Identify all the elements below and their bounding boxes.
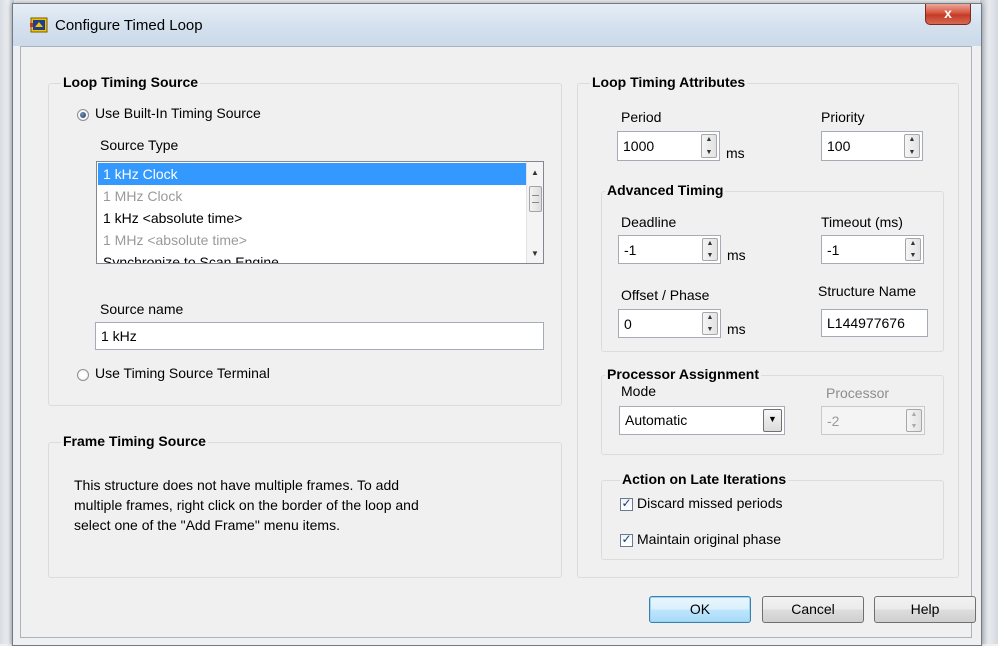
list-item[interactable]: Synchronize to Scan Engine [98, 251, 526, 263]
maintain-original-phase-label[interactable]: Maintain original phase [637, 531, 781, 547]
spin-up-icon[interactable]: ▲ [905, 136, 919, 143]
priority-label: Priority [821, 109, 865, 125]
dropdown-button[interactable]: ▼ [763, 409, 782, 432]
structure-name-input[interactable]: L144977676 [821, 309, 928, 337]
late-iterations-title: Action on Late Iterations [620, 471, 789, 487]
builtin-timing-source-radio[interactable] [77, 109, 89, 121]
list-item[interactable]: 1 kHz Clock [98, 163, 526, 185]
period-stepper[interactable]: ▲ ▼ [701, 134, 717, 158]
spin-up-icon[interactable]: ▲ [907, 411, 921, 418]
processor-spinbox[interactable]: -2 ▲ ▼ [821, 406, 925, 435]
period-unit: ms [726, 145, 745, 161]
priority-stepper[interactable]: ▲ ▼ [904, 134, 920, 158]
offset-phase-label: Offset / Phase [621, 287, 710, 303]
frame-timing-source-group: Frame Timing Source This structure does … [48, 433, 562, 578]
source-name-label: Source name [100, 301, 184, 317]
spin-down-icon[interactable]: ▼ [907, 423, 921, 430]
spin-up-icon[interactable]: ▲ [703, 240, 717, 247]
checkmark-icon: ✓ [621, 532, 632, 546]
help-button[interactable]: Help [874, 596, 976, 623]
timing-source-terminal-label[interactable]: Use Timing Source Terminal [95, 365, 270, 381]
structure-name-label: Structure Name [818, 283, 917, 299]
configure-timed-loop-dialog: Configure Timed Loop x Loop Timing Sourc… [12, 3, 982, 646]
deadline-value: -1 [624, 242, 637, 258]
source-type-label: Source Type [100, 137, 179, 153]
description-line: This structure does not have multiple fr… [74, 477, 400, 493]
scroll-up-icon[interactable]: ▲ [527, 168, 543, 177]
builtin-timing-source-label[interactable]: Use Built-In Timing Source [95, 105, 261, 121]
advanced-timing-group: Advanced Timing Deadline -1 ▲ ▼ ms Timeo… [601, 182, 944, 352]
processor-label: Processor [826, 385, 890, 401]
spin-up-icon[interactable]: ▲ [906, 240, 920, 247]
frame-timing-description: This structure does not have multiple fr… [74, 475, 544, 535]
title-bar[interactable]: Configure Timed Loop x [13, 4, 981, 46]
offset-phase-unit: ms [727, 321, 746, 337]
processor-assignment-group: Processor Assignment Mode Automatic ▼ Pr… [601, 366, 944, 455]
timeout-value: -1 [827, 242, 840, 258]
spin-down-icon[interactable]: ▼ [906, 252, 920, 259]
spin-up-icon[interactable]: ▲ [702, 136, 716, 143]
processor-stepper[interactable]: ▲ ▼ [906, 409, 922, 432]
mode-dropdown[interactable]: Automatic ▼ [619, 406, 785, 435]
list-item[interactable]: 1 MHz Clock [98, 185, 526, 207]
timeout-label: Timeout (ms) [821, 214, 903, 230]
discard-missed-periods-checkbox[interactable]: ✓ [620, 496, 633, 511]
source-type-listbox[interactable]: 1 kHz Clock 1 MHz Clock 1 kHz <absolute … [96, 161, 544, 264]
scroll-down-icon[interactable]: ▼ [527, 249, 543, 258]
window-title: Configure Timed Loop [55, 17, 203, 34]
spin-down-icon[interactable]: ▼ [703, 252, 717, 259]
deadline-stepper[interactable]: ▲ ▼ [702, 238, 718, 261]
deadline-label: Deadline [621, 214, 677, 230]
late-iterations-group: Action on Late Iterations ✓ Discard miss… [601, 471, 944, 560]
labview-timed-loop-icon [30, 17, 48, 33]
discard-missed-periods-label[interactable]: Discard missed periods [637, 495, 783, 511]
offset-phase-spinbox[interactable]: 0 ▲ ▼ [618, 309, 721, 338]
period-value: 1000 [623, 138, 655, 154]
offset-phase-value: 0 [624, 316, 632, 332]
ok-button[interactable]: OK [649, 596, 751, 623]
timeout-stepper[interactable]: ▲ ▼ [905, 238, 921, 261]
checkmark-icon: ✓ [621, 496, 632, 510]
chevron-down-icon: ▼ [768, 414, 777, 424]
list-item[interactable]: 1 kHz <absolute time> [98, 207, 526, 229]
close-icon: x [944, 5, 952, 21]
timing-source-terminal-radio[interactable] [77, 369, 89, 381]
mode-value: Automatic [625, 412, 688, 428]
period-label: Period [621, 109, 662, 125]
timeout-spinbox[interactable]: -1 ▲ ▼ [821, 235, 924, 264]
description-line: select one of the "Add Frame" menu items… [74, 517, 340, 533]
loop-timing-source-group: Loop Timing Source Use Built-In Timing S… [48, 74, 562, 406]
loop-timing-attributes-title: Loop Timing Attributes [590, 74, 748, 90]
priority-value: 100 [827, 138, 851, 154]
frame-timing-source-title: Frame Timing Source [61, 433, 208, 449]
period-spinbox[interactable]: 1000 ▲ ▼ [617, 131, 720, 161]
loop-timing-source-title: Loop Timing Source [61, 74, 201, 90]
mode-label: Mode [621, 383, 657, 399]
spin-down-icon[interactable]: ▼ [702, 149, 716, 156]
source-type-scrollbar[interactable]: ▲ ▼ [526, 162, 543, 263]
spin-down-icon[interactable]: ▼ [703, 326, 717, 333]
priority-spinbox[interactable]: 100 ▲ ▼ [821, 131, 923, 161]
deadline-unit: ms [727, 247, 746, 263]
scrollbar-thumb[interactable] [529, 186, 542, 212]
advanced-timing-title: Advanced Timing [605, 182, 726, 198]
loop-timing-attributes-group: Loop Timing Attributes Period 1000 ▲ ▼ m… [577, 74, 959, 578]
maintain-original-phase-checkbox[interactable]: ✓ [620, 532, 633, 547]
processor-assignment-title: Processor Assignment [605, 366, 761, 382]
cancel-button[interactable]: Cancel [762, 596, 864, 623]
offset-phase-stepper[interactable]: ▲ ▼ [702, 312, 718, 335]
desktop-right-edge [980, 0, 998, 644]
dialog-client-area: Loop Timing Source Use Built-In Timing S… [20, 46, 976, 638]
source-name-input[interactable]: 1 kHz [95, 322, 544, 350]
deadline-spinbox[interactable]: -1 ▲ ▼ [618, 235, 721, 264]
spin-down-icon[interactable]: ▼ [905, 149, 919, 156]
processor-value: -2 [827, 413, 840, 429]
close-button[interactable]: x [925, 4, 971, 25]
list-item[interactable]: 1 MHz <absolute time> [98, 229, 526, 251]
spin-up-icon[interactable]: ▲ [703, 314, 717, 321]
description-line: multiple frames, right click on the bord… [74, 497, 419, 513]
